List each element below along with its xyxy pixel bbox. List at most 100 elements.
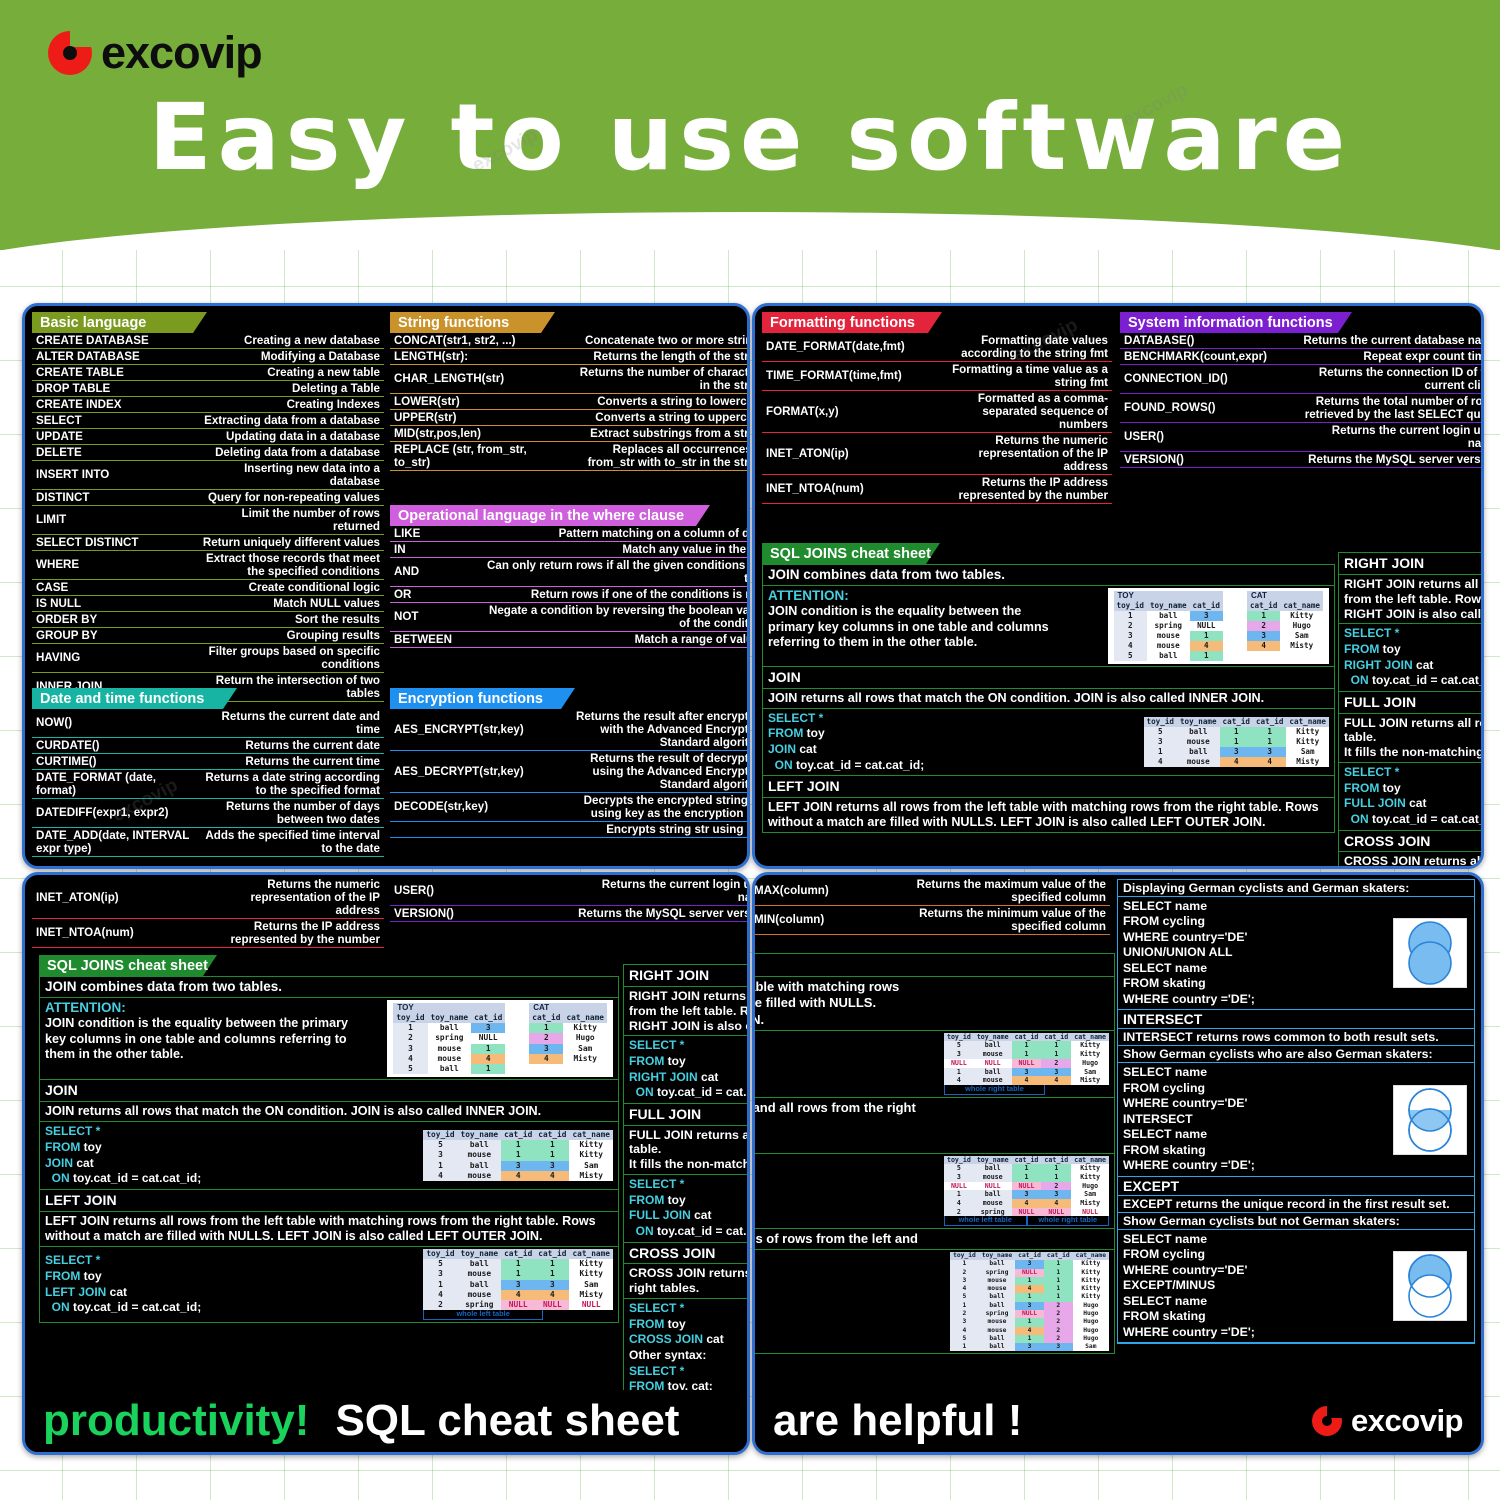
table-row: WHERE Extract those records that meet the… [32, 550, 384, 580]
cell: spring [978, 1268, 1016, 1277]
code-line: ON toy.cat_id = cat.cat_id; [635, 1085, 747, 1100]
term-cell: SELECT [36, 413, 82, 427]
cell: ball [973, 1041, 1012, 1051]
table-row: SELECT DISTINCT Return uniquely different… [32, 534, 384, 551]
cell: 1 [1143, 746, 1177, 757]
table-row: VERSION() Returns the MySQL server versio… [390, 905, 747, 922]
table-row: VERSION() Returns the MySQL server versio… [1120, 451, 1484, 468]
cell: NULL [1011, 1058, 1042, 1068]
cell: 1 [1246, 610, 1281, 621]
code-line: FROM skating [1123, 1309, 1206, 1324]
definition-cell: Adds the specified time interval to the … [205, 828, 380, 855]
cell: 3 [1143, 736, 1177, 747]
cell: ball [1159, 610, 1178, 620]
table-row: 5 ball 1 [1113, 650, 1223, 661]
definition-cell: Returns the current time [245, 754, 380, 768]
cell: ball [973, 1190, 1012, 1200]
column-header: toy_name [427, 1012, 472, 1024]
definition-cell: Extracting data from a database [204, 413, 380, 427]
term-cell: USER() [394, 884, 434, 898]
table-row: 5 ball 1 [393, 1064, 506, 1075]
table-row: ORDER BY Sort the results [32, 611, 384, 628]
table-row: 1 Kitty [1246, 610, 1323, 621]
term-cell: INET_NTOA(num) [36, 926, 134, 940]
cell: spring [435, 1033, 464, 1043]
cell: 1 [471, 1043, 506, 1054]
cell: 3 [529, 1043, 564, 1054]
cell: 2 [950, 1309, 979, 1319]
definition-cell: Returns the MySQL server version [1308, 452, 1484, 466]
footer-are-helpful-text: are helpful ! [773, 1396, 1023, 1445]
join-desc-line: It fills the non-matching rows with NULL… [629, 1157, 750, 1172]
cell: 3 [535, 1279, 570, 1290]
join-row: FULL JOIN returns all rows from the left… [1339, 712, 1481, 763]
cell: 5 [423, 1140, 458, 1151]
code-line: FROM cycling [1123, 1247, 1205, 1262]
column-header: cat_id [1189, 600, 1223, 611]
cell: Kitty [1296, 736, 1320, 746]
cell: 4 [1252, 756, 1287, 767]
setop-header: Show German cyclists but not German skat… [1118, 1213, 1474, 1230]
column-header: toy_id [950, 1251, 979, 1261]
code-line: FROM skating [1123, 1142, 1206, 1157]
term-cell: INET_ATON(ip) [766, 446, 849, 460]
term-cell: LENGTH(str): [394, 349, 469, 363]
definition-cell: Returns the length of the string [593, 349, 750, 363]
term-cell: LOWER(str) [394, 394, 460, 408]
table-string-functions: CONCAT(str1, str2, ...) Concatenate two o… [390, 333, 750, 471]
table-row: 1 ball 3 [1113, 610, 1223, 621]
cell: mouse [973, 1199, 1012, 1208]
cell: mouse [978, 1285, 1016, 1294]
section-header-date-time: Date and time functions [32, 688, 384, 709]
cell: ball [457, 1140, 502, 1151]
cell: mouse [1176, 756, 1220, 767]
definition-cell: Pattern matching on a column of data [558, 527, 750, 540]
join-row: SELECT * FROM toy LEFT JOIN cat ON toy.cat… [40, 1245, 618, 1323]
table-row: 1 ball 3 3 Sam [423, 1160, 613, 1171]
join-row: ATTENTION: JOIN condition is the equality… [763, 585, 1334, 666]
code-line: SELECT * [629, 1177, 685, 1192]
table-row: 4 mouse 4 4 Misty [423, 1289, 613, 1301]
cell: spring [1154, 620, 1182, 630]
join-desc-line: from the left table. Rows without a matc… [629, 1003, 749, 1018]
cell: Kitty [1081, 1268, 1101, 1276]
section-header-operational-language: Operational language in the where clause [390, 505, 750, 526]
table-row: CREATE INDEX Creating Indexes [32, 396, 384, 413]
cell: 4 [1015, 1285, 1044, 1294]
definition-cell: Returns the result after encryption with… [575, 710, 749, 749]
brand-name: excovip [1351, 1403, 1463, 1438]
term-cell: CHAR_LENGTH(str) [394, 372, 505, 386]
code-block: SELECT * FROM toy CROSS JOIN cat [629, 1301, 747, 1348]
join-desc-line: RIGHT JOIN is also called RIGHT OUTER JO… [1344, 606, 1482, 621]
cell: 3 [950, 1318, 979, 1327]
column-header: cat_id [1041, 1155, 1072, 1165]
column-header: cat_name [1286, 716, 1329, 727]
term-cell: UPPER(str) [394, 410, 457, 424]
join-row: JOIN combines data from two tables. [45, 979, 283, 994]
join-row: JOIN returns all rows that match the ON … [40, 1101, 618, 1121]
definition-cell: Creating a new database [244, 334, 380, 347]
cell: Kitty [1081, 1293, 1101, 1301]
code-line: WHERE country='DE' [1123, 1096, 1248, 1111]
term-cell: CURTIME() [36, 754, 97, 768]
term-cell: IS NULL [36, 596, 82, 610]
term-cell: DROP TABLE [36, 381, 111, 395]
code-line: ON toy.cat_id = cat.cat_id; [1350, 673, 1484, 688]
table-row: INET_NTOA(num) Returns the IP address rep… [32, 918, 384, 948]
table-row: USER() Returns the current login user nam… [390, 877, 747, 906]
cell: 4 [529, 1053, 564, 1065]
table-row: 4 mouse 4 [393, 1053, 506, 1065]
join-row: SELECT * FROM toy FULL JOIN cat ON toy.cat… [1339, 762, 1481, 829]
cell: mouse [1176, 736, 1220, 747]
table-basic-language: CREATE DATABASE Creating a new database AL… [32, 333, 384, 702]
definition-cell: Match a range of values [634, 632, 747, 646]
section-header-sql-joins: SQL JOINS cheat sheet [762, 543, 1335, 564]
cell: 1 [1043, 1285, 1073, 1294]
table-row: INET_NTOA(num) Returns the IP address rep… [762, 474, 1112, 504]
code-line: cat_id; [755, 1194, 911, 1210]
table-row: INSERT INTO Inserting new data into a dat… [32, 460, 384, 490]
join-row: RIGHT JOIN [1344, 555, 1425, 571]
definition-cell: Returns the current login user name [1331, 423, 1482, 450]
code-line: FROM toy [1344, 642, 1401, 657]
code-line: SELECT * [768, 710, 824, 725]
